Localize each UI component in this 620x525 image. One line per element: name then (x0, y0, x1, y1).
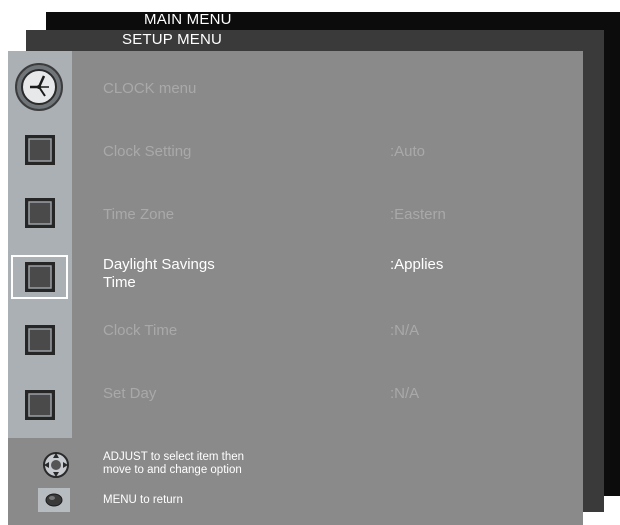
time-zone-square-icon[interactable] (23, 196, 57, 230)
clock-time-value[interactable]: :N/A (390, 322, 419, 340)
clock-icon[interactable] (14, 62, 64, 112)
set-day-square-icon[interactable] (23, 388, 57, 422)
time-zone-value[interactable]: :Eastern (390, 206, 446, 224)
clock-time-label[interactable]: Clock Time (103, 322, 177, 340)
menu-icon-sidebar (8, 51, 72, 438)
adjust-hint-line1: ADJUST to select item then (103, 451, 245, 463)
set-day-label[interactable]: Set Day (103, 385, 156, 403)
daylight-savings-value[interactable]: :Applies (390, 256, 443, 274)
set-day-value[interactable]: :N/A (390, 385, 419, 403)
clock-setting-label[interactable]: Clock Setting (103, 143, 191, 161)
clock-setting-value[interactable]: :Auto (390, 143, 425, 161)
daylight-savings-label-line2[interactable]: Time (103, 274, 136, 292)
time-zone-label[interactable]: Time Zone (103, 206, 174, 224)
adjust-hint-line2: move to and change option (103, 464, 242, 476)
clock-menu-title: CLOCK menu (103, 80, 197, 97)
clock-time-square-icon[interactable] (23, 323, 57, 357)
adjust-knob-icon (43, 452, 69, 478)
setup-menu-title: SETUP MENU (122, 31, 223, 48)
daylight-savings-label[interactable]: Daylight Savings (103, 256, 215, 274)
clock-setting-square-icon[interactable] (23, 133, 57, 167)
menu-button-icon (38, 488, 70, 512)
daylight-savings-square-icon[interactable] (23, 260, 57, 294)
clock-menu-panel: CLOCK menu Clock Setting :Auto Time Zone… (8, 51, 583, 525)
main-menu-title: MAIN MENU (144, 11, 232, 28)
menu-return-hint: MENU to return (103, 494, 183, 506)
